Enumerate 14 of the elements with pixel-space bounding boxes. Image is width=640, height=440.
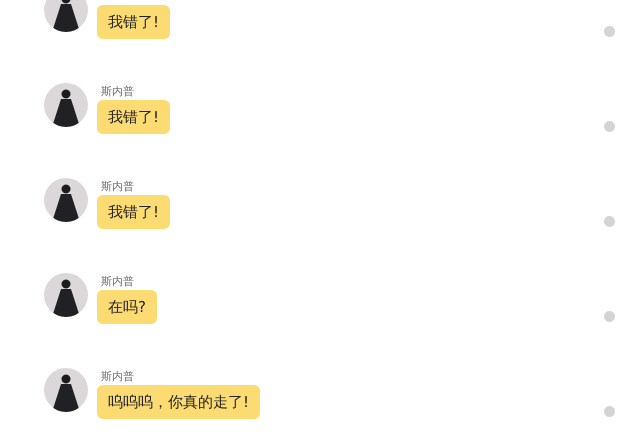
- sender-name: 斯内普: [100, 274, 135, 290]
- avatar-silhouette: [44, 273, 88, 317]
- message-bubble: 呜呜呜，你真的走了!: [97, 385, 260, 419]
- avatar-silhouette: [44, 83, 88, 127]
- message-bubble: 我错了!: [97, 100, 170, 134]
- sender-name: 斯内普: [100, 179, 135, 195]
- avatar-silhouette: [44, 178, 88, 222]
- sender-name: 斯内普: [100, 84, 135, 100]
- sender-name: 斯内普: [100, 369, 135, 385]
- message-bubble: 我错了!: [97, 5, 170, 39]
- avatar-silhouette: [44, 368, 88, 412]
- message-bubble: 在吗?: [97, 290, 157, 324]
- avatar-silhouette: [44, 0, 88, 32]
- message-bubble: 我错了!: [97, 195, 170, 229]
